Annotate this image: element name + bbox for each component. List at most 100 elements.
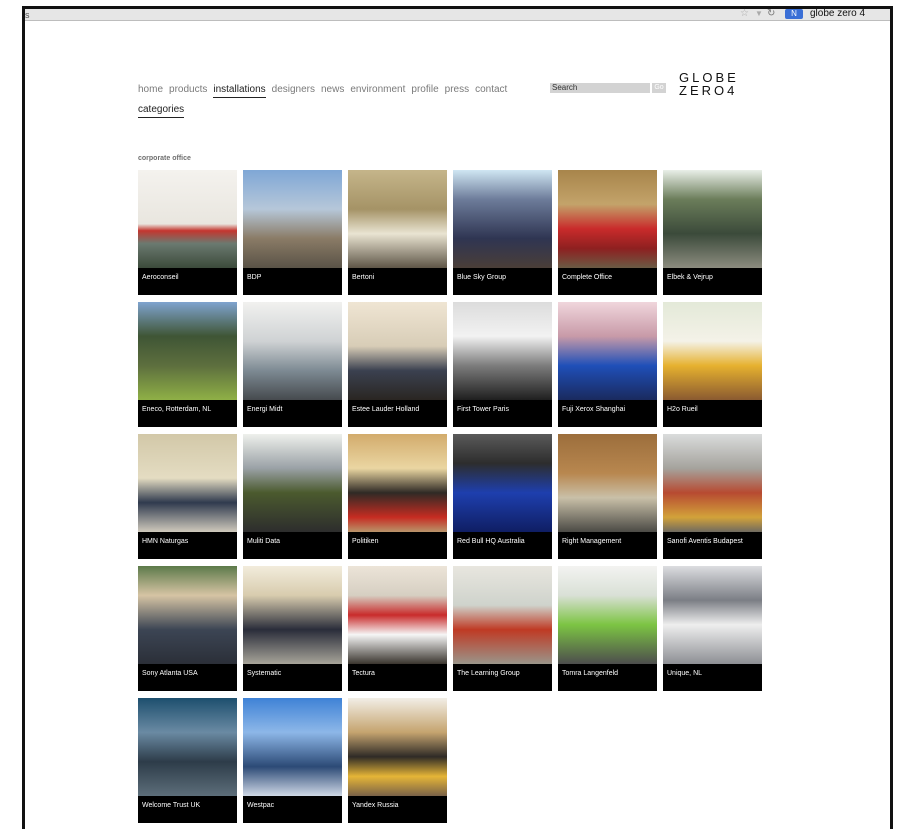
installation-caption[interactable]: Eneco, Rotterdam, NL <box>142 406 211 413</box>
nav-item-products[interactable]: products <box>169 84 207 97</box>
installation-caption[interactable]: First Tower Paris <box>457 406 509 413</box>
installation-photo[interactable] <box>663 170 762 268</box>
installation-tile[interactable]: Complete Office <box>558 170 657 295</box>
installation-caption[interactable]: Blue Sky Group <box>457 274 506 281</box>
installation-caption[interactable]: Estee Lauder Holland <box>352 406 419 413</box>
installation-tile[interactable]: Bertoni <box>348 170 447 295</box>
installation-tile[interactable]: Unique, NL <box>663 566 762 691</box>
installation-tile[interactable]: Yandex Russia <box>348 698 447 823</box>
browser-search-query[interactable]: globe zero 4 <box>810 8 865 19</box>
installation-caption[interactable]: Tomra Langenfeld <box>562 670 618 677</box>
installation-caption[interactable]: Elbek & Vejrup <box>667 274 713 281</box>
installation-tile[interactable]: Westpac <box>243 698 342 823</box>
search-go-button[interactable]: Go <box>652 83 666 93</box>
installation-caption[interactable]: Westpac <box>247 802 274 809</box>
installation-photo[interactable] <box>453 170 552 268</box>
installation-photo[interactable] <box>243 170 342 268</box>
installation-photo[interactable] <box>558 566 657 664</box>
installation-photo[interactable] <box>243 434 342 532</box>
installation-tile[interactable]: First Tower Paris <box>453 302 552 427</box>
nav-item-designers[interactable]: designers <box>272 84 315 97</box>
installation-photo[interactable] <box>558 170 657 268</box>
nav-item-press[interactable]: press <box>445 84 469 97</box>
installation-caption[interactable]: Systematic <box>247 670 281 677</box>
toolbar-stray-text: s <box>25 10 30 20</box>
installation-photo[interactable] <box>243 698 342 796</box>
installation-tile[interactable]: The Learning Group <box>453 566 552 691</box>
installation-photo[interactable] <box>348 302 447 400</box>
installation-caption[interactable]: Sanofi Aventis Budapest <box>667 538 743 545</box>
installation-photo[interactable] <box>138 566 237 664</box>
installation-photo[interactable] <box>663 302 762 400</box>
installation-caption[interactable]: Politiken <box>352 538 378 545</box>
installation-photo[interactable] <box>138 434 237 532</box>
installation-photo[interactable] <box>453 302 552 400</box>
installation-photo[interactable] <box>558 302 657 400</box>
installation-tile[interactable]: HMN Naturgas <box>138 434 237 559</box>
installation-photo[interactable] <box>243 302 342 400</box>
installation-photo[interactable] <box>138 170 237 268</box>
installation-caption[interactable]: Sony Atlanta USA <box>142 670 198 677</box>
installation-photo[interactable] <box>348 170 447 268</box>
bookmark-star-icon[interactable]: ☆ <box>740 9 749 19</box>
installation-tile[interactable]: Eneco, Rotterdam, NL <box>138 302 237 427</box>
installation-tile[interactable]: Tectura <box>348 566 447 691</box>
installation-tile[interactable]: Blue Sky Group <box>453 170 552 295</box>
installation-tile[interactable]: Energi Midt <box>243 302 342 427</box>
installation-caption[interactable]: Unique, NL <box>667 670 702 677</box>
installation-tile[interactable]: Tomra Langenfeld <box>558 566 657 691</box>
installation-tile[interactable]: Sony Atlanta USA <box>138 566 237 691</box>
logo[interactable]: GLOBE ZERO4 <box>679 71 739 97</box>
installation-caption[interactable]: Tectura <box>352 670 375 677</box>
nav-item-contact[interactable]: contact <box>475 84 507 97</box>
installation-photo[interactable] <box>663 434 762 532</box>
installation-tile[interactable]: Politiken <box>348 434 447 559</box>
categories-link[interactable]: categories <box>138 104 185 118</box>
installation-photo[interactable] <box>453 434 552 532</box>
installation-photo[interactable] <box>243 566 342 664</box>
installation-caption[interactable]: Complete Office <box>562 274 612 281</box>
installation-caption[interactable]: H2o Rueil <box>667 406 698 413</box>
installation-caption[interactable]: Yandex Russia <box>352 802 399 809</box>
installation-photo[interactable] <box>453 566 552 664</box>
nav-item-environment[interactable]: environment <box>350 84 405 97</box>
nav-item-profile[interactable]: profile <box>411 84 438 97</box>
installation-caption[interactable]: Aeroconseil <box>142 274 179 281</box>
installation-caption[interactable]: Bertoni <box>352 274 374 281</box>
installation-photo[interactable] <box>348 566 447 664</box>
installation-caption[interactable]: HMN Naturgas <box>142 538 188 545</box>
chevron-down-icon[interactable]: ▼ <box>755 9 763 19</box>
installation-tile[interactable]: Systematic <box>243 566 342 691</box>
installation-caption[interactable]: Red Bull HQ Australia <box>457 538 525 545</box>
installation-photo[interactable] <box>558 434 657 532</box>
installation-tile[interactable]: BDP <box>243 170 342 295</box>
installation-photo[interactable] <box>348 698 447 796</box>
installation-caption[interactable]: Right Management <box>562 538 621 545</box>
installation-photo[interactable] <box>138 698 237 796</box>
installation-caption[interactable]: Muliti Data <box>247 538 280 545</box>
installation-tile[interactable]: Muliti Data <box>243 434 342 559</box>
installation-tile[interactable]: Fuji Xerox Shanghai <box>558 302 657 427</box>
installation-tile[interactable]: Aeroconseil <box>138 170 237 295</box>
installation-tile[interactable]: Elbek & Vejrup <box>663 170 762 295</box>
installation-caption[interactable]: Energi Midt <box>247 406 282 413</box>
installation-tile[interactable]: Right Management <box>558 434 657 559</box>
nav-item-news[interactable]: news <box>321 84 344 97</box>
nav-item-installations[interactable]: installations <box>213 84 266 98</box>
installation-photo[interactable] <box>663 566 762 664</box>
installation-photo[interactable] <box>348 434 447 532</box>
search-engine-icon[interactable]: N <box>785 9 803 19</box>
installation-tile[interactable]: H2o Rueil <box>663 302 762 427</box>
installation-tile[interactable]: Estee Lauder Holland <box>348 302 447 427</box>
installation-tile[interactable]: Red Bull HQ Australia <box>453 434 552 559</box>
reload-icon[interactable]: ↻ <box>767 9 775 19</box>
search-input[interactable]: Search <box>550 83 650 93</box>
installation-tile[interactable]: Sanofi Aventis Budapest <box>663 434 762 559</box>
installation-photo[interactable] <box>138 302 237 400</box>
installation-caption[interactable]: Welcome Trust UK <box>142 802 200 809</box>
installation-caption[interactable]: The Learning Group <box>457 670 520 677</box>
nav-item-home[interactable]: home <box>138 84 163 97</box>
installation-caption[interactable]: Fuji Xerox Shanghai <box>562 406 625 413</box>
installation-tile[interactable]: Welcome Trust UK <box>138 698 237 823</box>
installation-caption[interactable]: BDP <box>247 274 261 281</box>
